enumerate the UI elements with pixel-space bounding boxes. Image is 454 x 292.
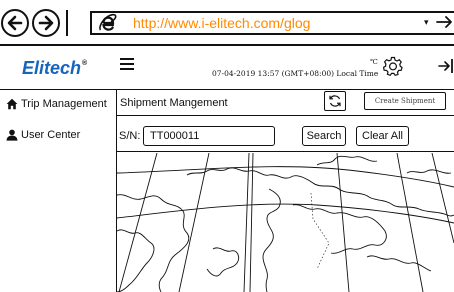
back-button[interactable] [1,9,29,37]
logo-text: Elitech [22,58,82,78]
serial-number-input[interactable] [143,126,275,146]
map-outline [117,153,454,292]
go-arrow-icon[interactable] [436,12,454,32]
back-arrow-icon [7,15,23,31]
clear-all-button[interactable]: Clear All [356,126,409,146]
sidebar-item-label: User Center [21,129,81,141]
forward-button[interactable] [32,9,60,37]
internet-explorer-icon [99,13,117,31]
serial-number-label: S/N: [119,130,141,142]
sidebar-item-label: Trip Management [21,98,107,110]
temperature-unit[interactable]: ℃ [370,58,378,66]
sidebar-item-trip-management[interactable]: Trip Management [6,97,107,111]
sidebar [0,90,115,292]
logout-icon[interactable] [438,57,454,75]
search-button[interactable]: Search [302,126,346,146]
shipment-map[interactable] [117,153,454,292]
url-text[interactable]: http://www.i-elitech.com/glog [133,16,310,30]
gear-icon[interactable] [383,56,403,76]
registered-mark: ® [82,60,88,67]
page-title: Shipment Mangement [120,97,228,109]
home-icon [6,98,18,110]
sidebar-item-user-center[interactable]: User Center [6,128,80,142]
hamburger-menu-icon[interactable] [120,58,136,72]
refresh-button[interactable] [324,91,346,111]
refresh-icon [329,95,341,107]
toolbar-divider [66,10,68,36]
dropdown-arrow-icon[interactable]: ▾ [424,18,429,27]
forward-arrow-icon [38,15,54,31]
local-datetime: 07-04-2019 13:57 (GMT+08:00) Local Time [212,69,379,78]
elitech-logo[interactable]: Elitech® [22,56,87,78]
user-icon [6,129,18,141]
create-shipment-button[interactable]: Create Shipment [364,92,446,110]
